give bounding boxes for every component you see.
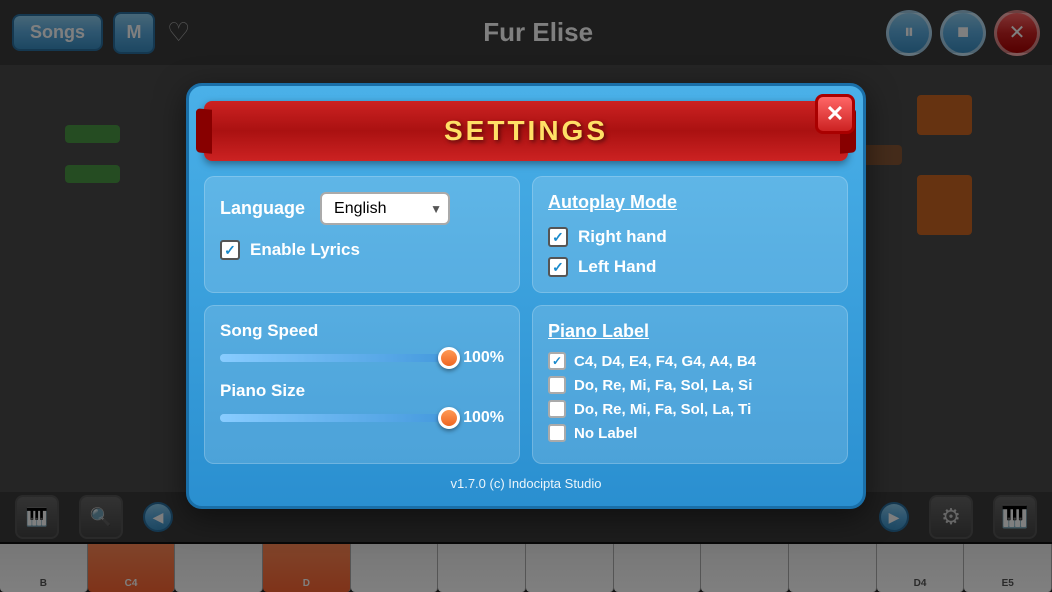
piano-size-label: Piano Size: [220, 381, 504, 401]
settings-dialog: ✕ SETTINGS Language English Spanish Fren…: [186, 83, 866, 509]
label-option2-label: Do, Re, Mi, Fa, Sol, La, Si: [574, 377, 752, 394]
speed-size-panel: Song Speed 100% Piano Size 100%: [204, 305, 520, 464]
label-option1-checkbox[interactable]: ✓: [548, 352, 566, 370]
enable-lyrics-label: Enable Lyrics: [250, 240, 360, 260]
left-hand-checkbox[interactable]: ✓: [548, 257, 568, 277]
language-select[interactable]: English Spanish French German Chinese: [320, 192, 450, 225]
right-hand-checkbox[interactable]: ✓: [548, 227, 568, 247]
label-option3-checkbox[interactable]: [548, 400, 566, 418]
left-hand-label: Left Hand: [578, 257, 656, 277]
piano-size-thumb[interactable]: [438, 407, 460, 429]
label-option1-row: ✓ C4, D4, E4, F4, G4, A4, B4: [548, 352, 832, 370]
piano-size-fill: [220, 414, 449, 422]
settings-close-button[interactable]: ✕: [815, 94, 855, 134]
piano-label-panel: Piano Label ✓ C4, D4, E4, F4, G4, A4, B4…: [532, 305, 848, 464]
enable-lyrics-row: ✓ Enable Lyrics: [220, 240, 504, 260]
language-row: Language English Spanish French German C…: [220, 192, 504, 225]
piano-label-title: Piano Label: [548, 321, 832, 342]
label-option1-label: C4, D4, E4, F4, G4, A4, B4: [574, 353, 756, 370]
right-hand-row: ✓ Right hand: [548, 227, 832, 247]
song-speed-value: 100%: [459, 349, 504, 367]
song-speed-label: Song Speed: [220, 321, 504, 341]
label-option4-row: No Label: [548, 424, 832, 442]
label-option2-row: Do, Re, Mi, Fa, Sol, La, Si: [548, 376, 832, 394]
settings-panels: Language English Spanish French German C…: [204, 176, 848, 464]
autoplay-panel: Autoplay Mode ✓ Right hand ✓ Left Hand: [532, 176, 848, 293]
autoplay-mode-title: Autoplay Mode: [548, 192, 832, 213]
label-option4-label: No Label: [574, 425, 637, 442]
enable-lyrics-checkbox[interactable]: ✓: [220, 240, 240, 260]
piano-size-track: [220, 414, 449, 422]
song-speed-thumb[interactable]: [438, 347, 460, 369]
language-panel: Language English Spanish French German C…: [204, 176, 520, 293]
language-select-wrapper: English Spanish French German Chinese ▼: [320, 192, 450, 225]
label-option3-label: Do, Re, Mi, Fa, Sol, La, Ti: [574, 401, 751, 418]
label-option4-checkbox[interactable]: [548, 424, 566, 442]
settings-banner: SETTINGS: [204, 101, 848, 161]
settings-title: SETTINGS: [444, 115, 608, 146]
right-hand-label: Right hand: [578, 227, 667, 247]
song-speed-fill: [220, 354, 449, 362]
song-speed-track: [220, 354, 449, 362]
left-hand-row: ✓ Left Hand: [548, 257, 832, 277]
modal-overlay: ✕ SETTINGS Language English Spanish Fren…: [0, 0, 1052, 592]
label-option3-row: Do, Re, Mi, Fa, Sol, La, Ti: [548, 400, 832, 418]
piano-size-slider-row: 100%: [220, 409, 504, 427]
song-speed-slider-row: 100%: [220, 349, 504, 367]
settings-footer: v1.7.0 (c) Indocipta Studio: [204, 476, 848, 491]
label-option2-checkbox[interactable]: [548, 376, 566, 394]
piano-size-value: 100%: [459, 409, 504, 427]
language-label: Language: [220, 198, 305, 219]
